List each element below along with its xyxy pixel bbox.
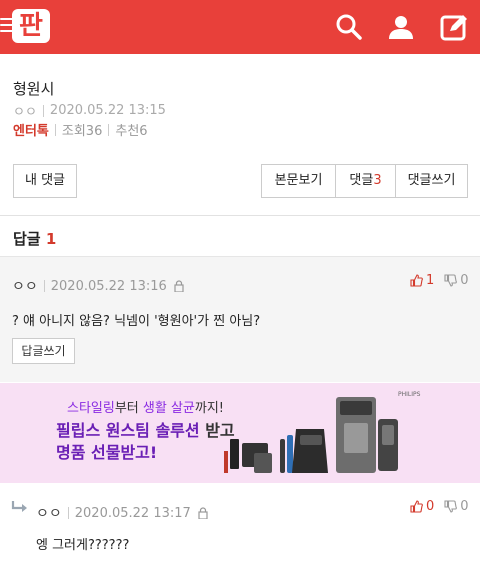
ad-text: 생활 살균	[142, 401, 195, 416]
ad-text: 부터	[114, 401, 143, 416]
ad-product-image	[224, 397, 398, 473]
reply-text: 엥 그러게??????	[36, 538, 130, 553]
downvote-count: 0	[460, 273, 469, 288]
comment-author[interactable]: ㅇㅇ	[12, 276, 38, 296]
ad-text: 필립스 원스팀 솔루션	[56, 421, 200, 440]
downvote-count: 0	[460, 499, 469, 514]
app-header: 판	[0, 0, 480, 54]
ad-subheadline: 필립스 원스팀 솔루션 받고	[56, 417, 235, 441]
reply-author[interactable]: ㅇㅇ	[36, 503, 62, 523]
post-recommends: 추천6	[115, 124, 148, 139]
post-views: 조회36	[61, 124, 103, 139]
comment-votes: 1 0	[410, 273, 469, 288]
divider	[43, 280, 45, 292]
post-title: 형원시	[13, 80, 55, 98]
downvote-button[interactable]: 0	[444, 273, 469, 288]
reply-votes: 0 0	[410, 499, 469, 514]
downvote-button[interactable]: 0	[444, 499, 469, 514]
divider	[42, 104, 44, 117]
reply-arrow-icon	[11, 501, 27, 512]
post-category[interactable]: 엔터톡	[13, 120, 49, 139]
post-author[interactable]: ㅇㅇ	[13, 101, 37, 120]
comments-button[interactable]: 댓글3	[335, 164, 396, 198]
reply-meta: ㅇㅇ 2020.05.22 13:17	[36, 503, 209, 523]
divider	[54, 123, 56, 136]
upvote-button[interactable]: 0	[410, 499, 434, 514]
write-icon[interactable]	[440, 13, 468, 41]
section-divider	[0, 215, 480, 216]
comments-label: 댓글	[349, 173, 374, 188]
comment-date: 2020.05.22 13:16	[50, 278, 167, 294]
thumbs-up-icon	[410, 500, 423, 513]
upvote-count: 1	[426, 273, 435, 288]
logo[interactable]: 판	[12, 9, 50, 43]
search-icon[interactable]	[335, 13, 363, 41]
thumbs-up-icon	[410, 274, 423, 287]
upvote-count: 0	[426, 499, 435, 514]
ad-text: 까지!	[194, 401, 225, 416]
comment-meta: ㅇㅇ 2020.05.22 13:16	[12, 276, 185, 296]
ad-banner[interactable]: 스타일링부터 생활 살균까지! 필립스 원스팀 솔루션 받고 명품 선물받고! …	[0, 383, 480, 483]
ad-text: 스타일링	[67, 401, 115, 416]
post-meta: ㅇㅇ 2020.05.22 13:15	[13, 101, 166, 120]
lock-icon	[198, 507, 208, 519]
divider	[67, 507, 69, 519]
write-comment-button[interactable]: 댓글쓰기	[395, 164, 468, 198]
write-reply-button[interactable]: 답글쓰기	[12, 338, 75, 364]
upvote-button[interactable]: 1	[410, 273, 434, 288]
user-icon[interactable]	[387, 13, 415, 41]
replies-heading: 답글 1	[13, 228, 56, 249]
ad-tagline: 명품 선물받고!	[56, 443, 158, 462]
my-comments-button[interactable]: 내 댓글	[13, 164, 77, 198]
replies-count: 1	[45, 230, 57, 248]
thumbs-down-icon	[444, 274, 458, 287]
post-stats: 엔터톡 조회36 추천6	[13, 120, 148, 139]
replies-label: 답글	[13, 230, 41, 248]
comments-count: 3	[373, 173, 382, 188]
lock-icon	[174, 280, 184, 292]
view-post-button[interactable]: 본문보기	[261, 164, 336, 198]
thumbs-down-icon	[444, 500, 458, 513]
divider	[108, 123, 110, 136]
ad-headline: 스타일링부터 생활 살균까지!	[67, 397, 224, 416]
post-date: 2020.05.22 13:15	[49, 103, 166, 118]
comment-text: ? 얘 아니지 않음? 닉넴이 '형원아'가 찐 아님?	[12, 314, 261, 329]
reply-date: 2020.05.22 13:17	[74, 505, 191, 521]
